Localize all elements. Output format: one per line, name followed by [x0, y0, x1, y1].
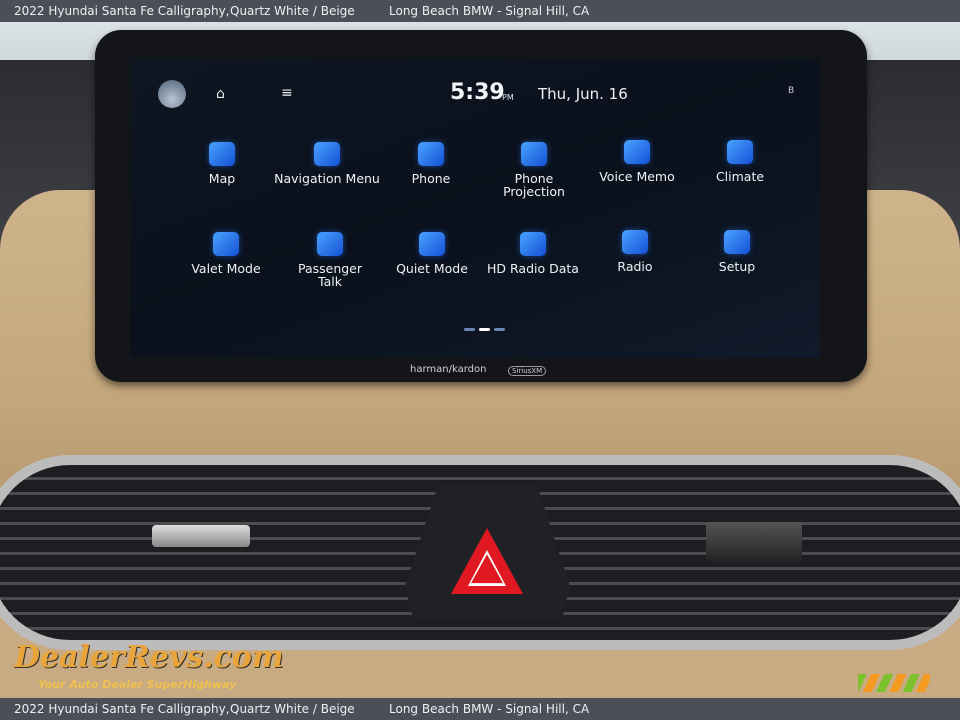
- siriusxm-logo: SiriusXM: [508, 366, 547, 376]
- caption-vehicle: 2022 Hyundai Santa Fe Calligraphy,: [14, 702, 230, 716]
- app-phone-projection[interactable]: Phone Projection: [499, 142, 569, 198]
- app-label: Quiet Mode: [396, 261, 468, 276]
- app-valet-mode[interactable]: Valet Mode: [171, 232, 281, 275]
- vent-adjuster-right[interactable]: [706, 522, 802, 562]
- app-label: Phone Projection: [503, 171, 565, 199]
- caption-vehicle: 2022 Hyundai Santa Fe Calligraphy,: [14, 4, 230, 18]
- home-icon[interactable]: ⌂: [216, 86, 225, 102]
- app-label: Passenger Talk: [297, 261, 363, 289]
- watermark-tagline: Your Auto Dealer SuperHighway: [38, 678, 237, 691]
- infotainment-screen: ⌂ ≡ 5:39 PM Thu, Jun. 16 B Map Navigatio…: [130, 58, 820, 358]
- app-label: Map: [208, 171, 236, 186]
- voice-memo-icon: [624, 140, 650, 164]
- app-climate[interactable]: Climate: [685, 140, 795, 183]
- page-dot[interactable]: [464, 328, 475, 331]
- passenger-talk-icon: [317, 232, 343, 256]
- caption-bottom: 2022 Hyundai Santa Fe Calligraphy, Quart…: [0, 698, 960, 720]
- clock-time: 5:39: [450, 80, 505, 105]
- app-quiet-mode[interactable]: Quiet Mode: [377, 232, 487, 275]
- fan-icon: [727, 140, 753, 164]
- app-label: Voice Memo: [599, 169, 675, 184]
- app-voice-memo[interactable]: Voice Memo: [582, 140, 692, 183]
- bluetooth-icon: B: [788, 86, 795, 96]
- caption-top: 2022 Hyundai Santa Fe Calligraphy, Quart…: [0, 0, 960, 22]
- app-radio[interactable]: Radio: [580, 230, 690, 273]
- quiet-mode-icon: [419, 232, 445, 256]
- app-phone[interactable]: Phone: [376, 142, 486, 185]
- phone-icon: [418, 142, 444, 166]
- map-arrow-icon: [209, 142, 235, 166]
- phone-projection-icon: [521, 142, 547, 166]
- clock-date: Thu, Jun. 16: [538, 85, 628, 103]
- radio-icon: [622, 230, 648, 254]
- gear-icon: [724, 230, 750, 254]
- caption-color: Quartz White / Beige: [230, 702, 355, 716]
- watermark-stripes: [858, 674, 930, 692]
- app-label: Radio: [617, 259, 653, 274]
- page-dot-active[interactable]: [479, 328, 490, 331]
- clock-ampm: PM: [502, 93, 514, 102]
- menu-icon[interactable]: ≡: [281, 85, 293, 101]
- page-dot[interactable]: [494, 328, 505, 331]
- app-label: Navigation Menu: [274, 171, 380, 186]
- app-label: Setup: [718, 259, 756, 274]
- app-setup[interactable]: Setup: [682, 230, 792, 273]
- app-label: Phone: [411, 171, 451, 186]
- profile-avatar[interactable]: [158, 80, 186, 108]
- app-navigation-menu[interactable]: Navigation Menu: [272, 142, 382, 185]
- harman-kardon-logo: harman/kardon: [410, 364, 487, 375]
- caption-dealer: Long Beach BMW - Signal Hill, CA: [389, 702, 590, 716]
- navigation-icon: [314, 142, 340, 166]
- app-hd-radio-data[interactable]: HD Radio Data: [478, 232, 588, 275]
- vent-adjuster-left[interactable]: [152, 525, 250, 547]
- app-passenger-talk[interactable]: Passenger Talk: [295, 232, 365, 288]
- app-label: HD Radio Data: [487, 261, 579, 276]
- dealerrevs-watermark: DealerRevs.com: [14, 640, 284, 675]
- app-label: Valet Mode: [191, 261, 261, 276]
- caption-color: Quartz White / Beige: [230, 4, 355, 18]
- caption-dealer: Long Beach BMW - Signal Hill, CA: [389, 4, 590, 18]
- hd-radio-icon: [520, 232, 546, 256]
- app-label: Climate: [715, 169, 765, 184]
- valet-icon: [213, 232, 239, 256]
- page-indicator[interactable]: [462, 316, 507, 335]
- app-map[interactable]: Map: [167, 142, 277, 185]
